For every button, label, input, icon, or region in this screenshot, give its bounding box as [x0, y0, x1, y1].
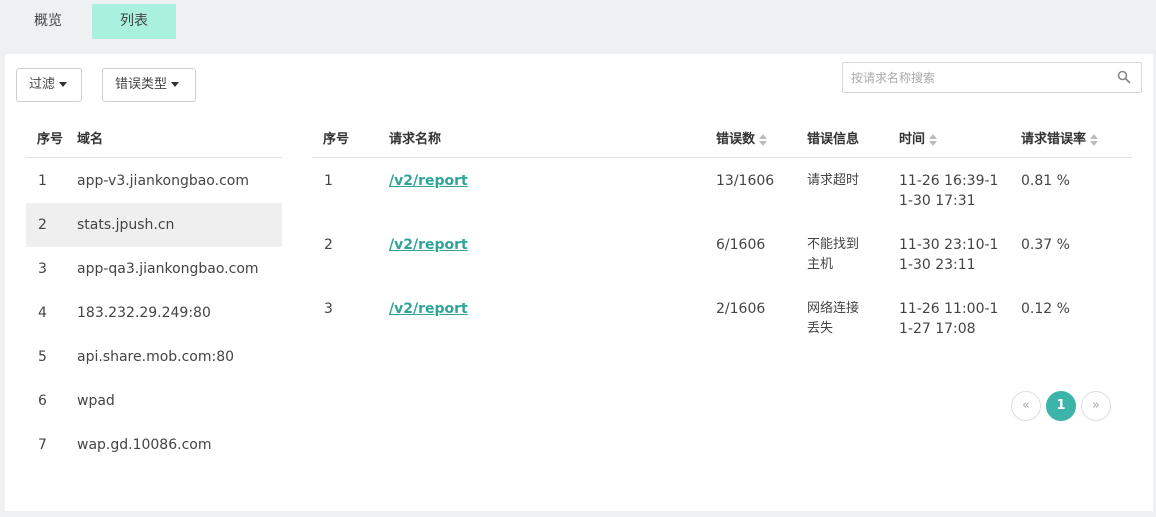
domain-row[interactable]: 5 api.share.mob.com:80: [26, 335, 282, 379]
request-time: 11-30 23:10-11-30 23:11: [899, 237, 999, 273]
request-error-info: 不能找到主机: [807, 237, 860, 272]
domain-row[interactable]: 3 app-qa3.jiankongbao.com: [26, 247, 282, 291]
request-error-count: 2/1606: [716, 301, 766, 317]
request-row: 1 /v2/report 13/1606 请求超时 11-26 16:39-11…: [312, 171, 1132, 235]
domain-row[interactable]: 7 wap.gd.10086.com: [26, 423, 282, 467]
filter-label: 过滤: [29, 77, 56, 92]
domain-index: 2: [38, 217, 47, 233]
request-error-info: 网络连接丢失: [807, 301, 860, 336]
domain-index: 5: [38, 349, 47, 365]
domain-name: api.share.mob.com:80: [77, 349, 235, 365]
header-time[interactable]: 时间: [899, 128, 938, 147]
request-error-rate: 0.81 %: [1021, 173, 1070, 189]
header-error-info: 错误信息: [807, 132, 860, 147]
request-name-link[interactable]: /v2/report: [389, 235, 468, 255]
error-type-label: 错误类型: [115, 77, 168, 92]
search-icon[interactable]: [1117, 70, 1131, 84]
request-index: 1: [324, 173, 333, 189]
domain-row[interactable]: 4 183.232.29.249:80: [26, 291, 282, 335]
request-index: 3: [324, 301, 333, 317]
search-input[interactable]: [843, 63, 1103, 92]
error-type-dropdown-button[interactable]: 错误类型: [102, 68, 196, 102]
domain-name: stats.jpush.cn: [77, 217, 175, 233]
domain-row[interactable]: 6 wpad: [26, 379, 282, 423]
sort-icon[interactable]: [759, 133, 768, 146]
domain-index: 4: [38, 305, 47, 321]
request-error-count: 6/1606: [716, 237, 766, 253]
request-error-rate: 0.37 %: [1021, 237, 1070, 253]
header-error-count[interactable]: 错误数: [716, 128, 768, 147]
domain-name: app-qa3.jiankongbao.com: [77, 261, 259, 277]
tab-bar: 概览 列表: [0, 0, 1156, 39]
request-time: 11-26 16:39-11-30 17:31: [899, 173, 999, 209]
request-time: 11-26 11:00-11-27 17:08: [899, 301, 999, 337]
domain-index: 6: [38, 393, 47, 409]
header-time-label: 时间: [899, 132, 926, 147]
caret-down-icon: [59, 82, 68, 87]
pagination-prev-button[interactable]: «: [1011, 391, 1041, 421]
header-error-count-label: 错误数: [716, 132, 756, 147]
request-name-link[interactable]: /v2/report: [389, 171, 468, 191]
header-request-name: 请求名称: [389, 132, 442, 147]
request-error-info: 请求超时: [807, 173, 860, 188]
domain-row[interactable]: 1 app-v3.jiankongbao.com: [26, 159, 282, 203]
request-table-header: 序号 请求名称 错误数 错误信息 时间 请求错误率: [312, 118, 1132, 158]
request-error-count: 13/1606: [716, 173, 775, 189]
domain-row-selected[interactable]: 2 stats.jpush.cn: [26, 203, 282, 247]
caret-down-icon: [171, 82, 180, 87]
domain-name: wpad: [77, 393, 115, 409]
domain-table-header: 序号 域名: [26, 118, 282, 158]
main-panel: 过滤 错误类型 序号 域名 1 app-v3.jiankongbao.com 2…: [5, 54, 1153, 511]
header-error-rate-label: 请求错误率: [1021, 132, 1087, 147]
pagination-page-button[interactable]: 1: [1046, 391, 1076, 421]
domain-name: wap.gd.10086.com: [77, 437, 212, 453]
sort-icon[interactable]: [929, 133, 938, 146]
sort-icon[interactable]: [1090, 133, 1099, 146]
header-error-rate[interactable]: 请求错误率: [1021, 128, 1099, 147]
header-index: 序号: [323, 132, 350, 147]
domain-name: app-v3.jiankongbao.com: [77, 173, 249, 189]
pagination-next-button[interactable]: »: [1081, 391, 1111, 421]
header-domain: 域名: [77, 132, 104, 147]
domain-index: 3: [38, 261, 47, 277]
tab-list[interactable]: 列表: [92, 4, 176, 39]
domain-name: 183.232.29.249:80: [77, 305, 211, 321]
filter-dropdown-button[interactable]: 过滤: [16, 68, 82, 102]
request-index: 2: [324, 237, 333, 253]
request-row: 2 /v2/report 6/1606 不能找到主机 11-30 23:10-1…: [312, 235, 1132, 299]
tab-overview[interactable]: 概览: [6, 4, 90, 39]
header-index: 序号: [37, 132, 64, 147]
search-box: [842, 62, 1142, 93]
request-error-rate: 0.12 %: [1021, 301, 1070, 317]
request-row: 3 /v2/report 2/1606 网络连接丢失 11-26 11:00-1…: [312, 299, 1132, 363]
domain-index: 1: [38, 173, 47, 189]
request-name-link[interactable]: /v2/report: [389, 299, 468, 319]
domain-index: 7: [38, 437, 47, 453]
